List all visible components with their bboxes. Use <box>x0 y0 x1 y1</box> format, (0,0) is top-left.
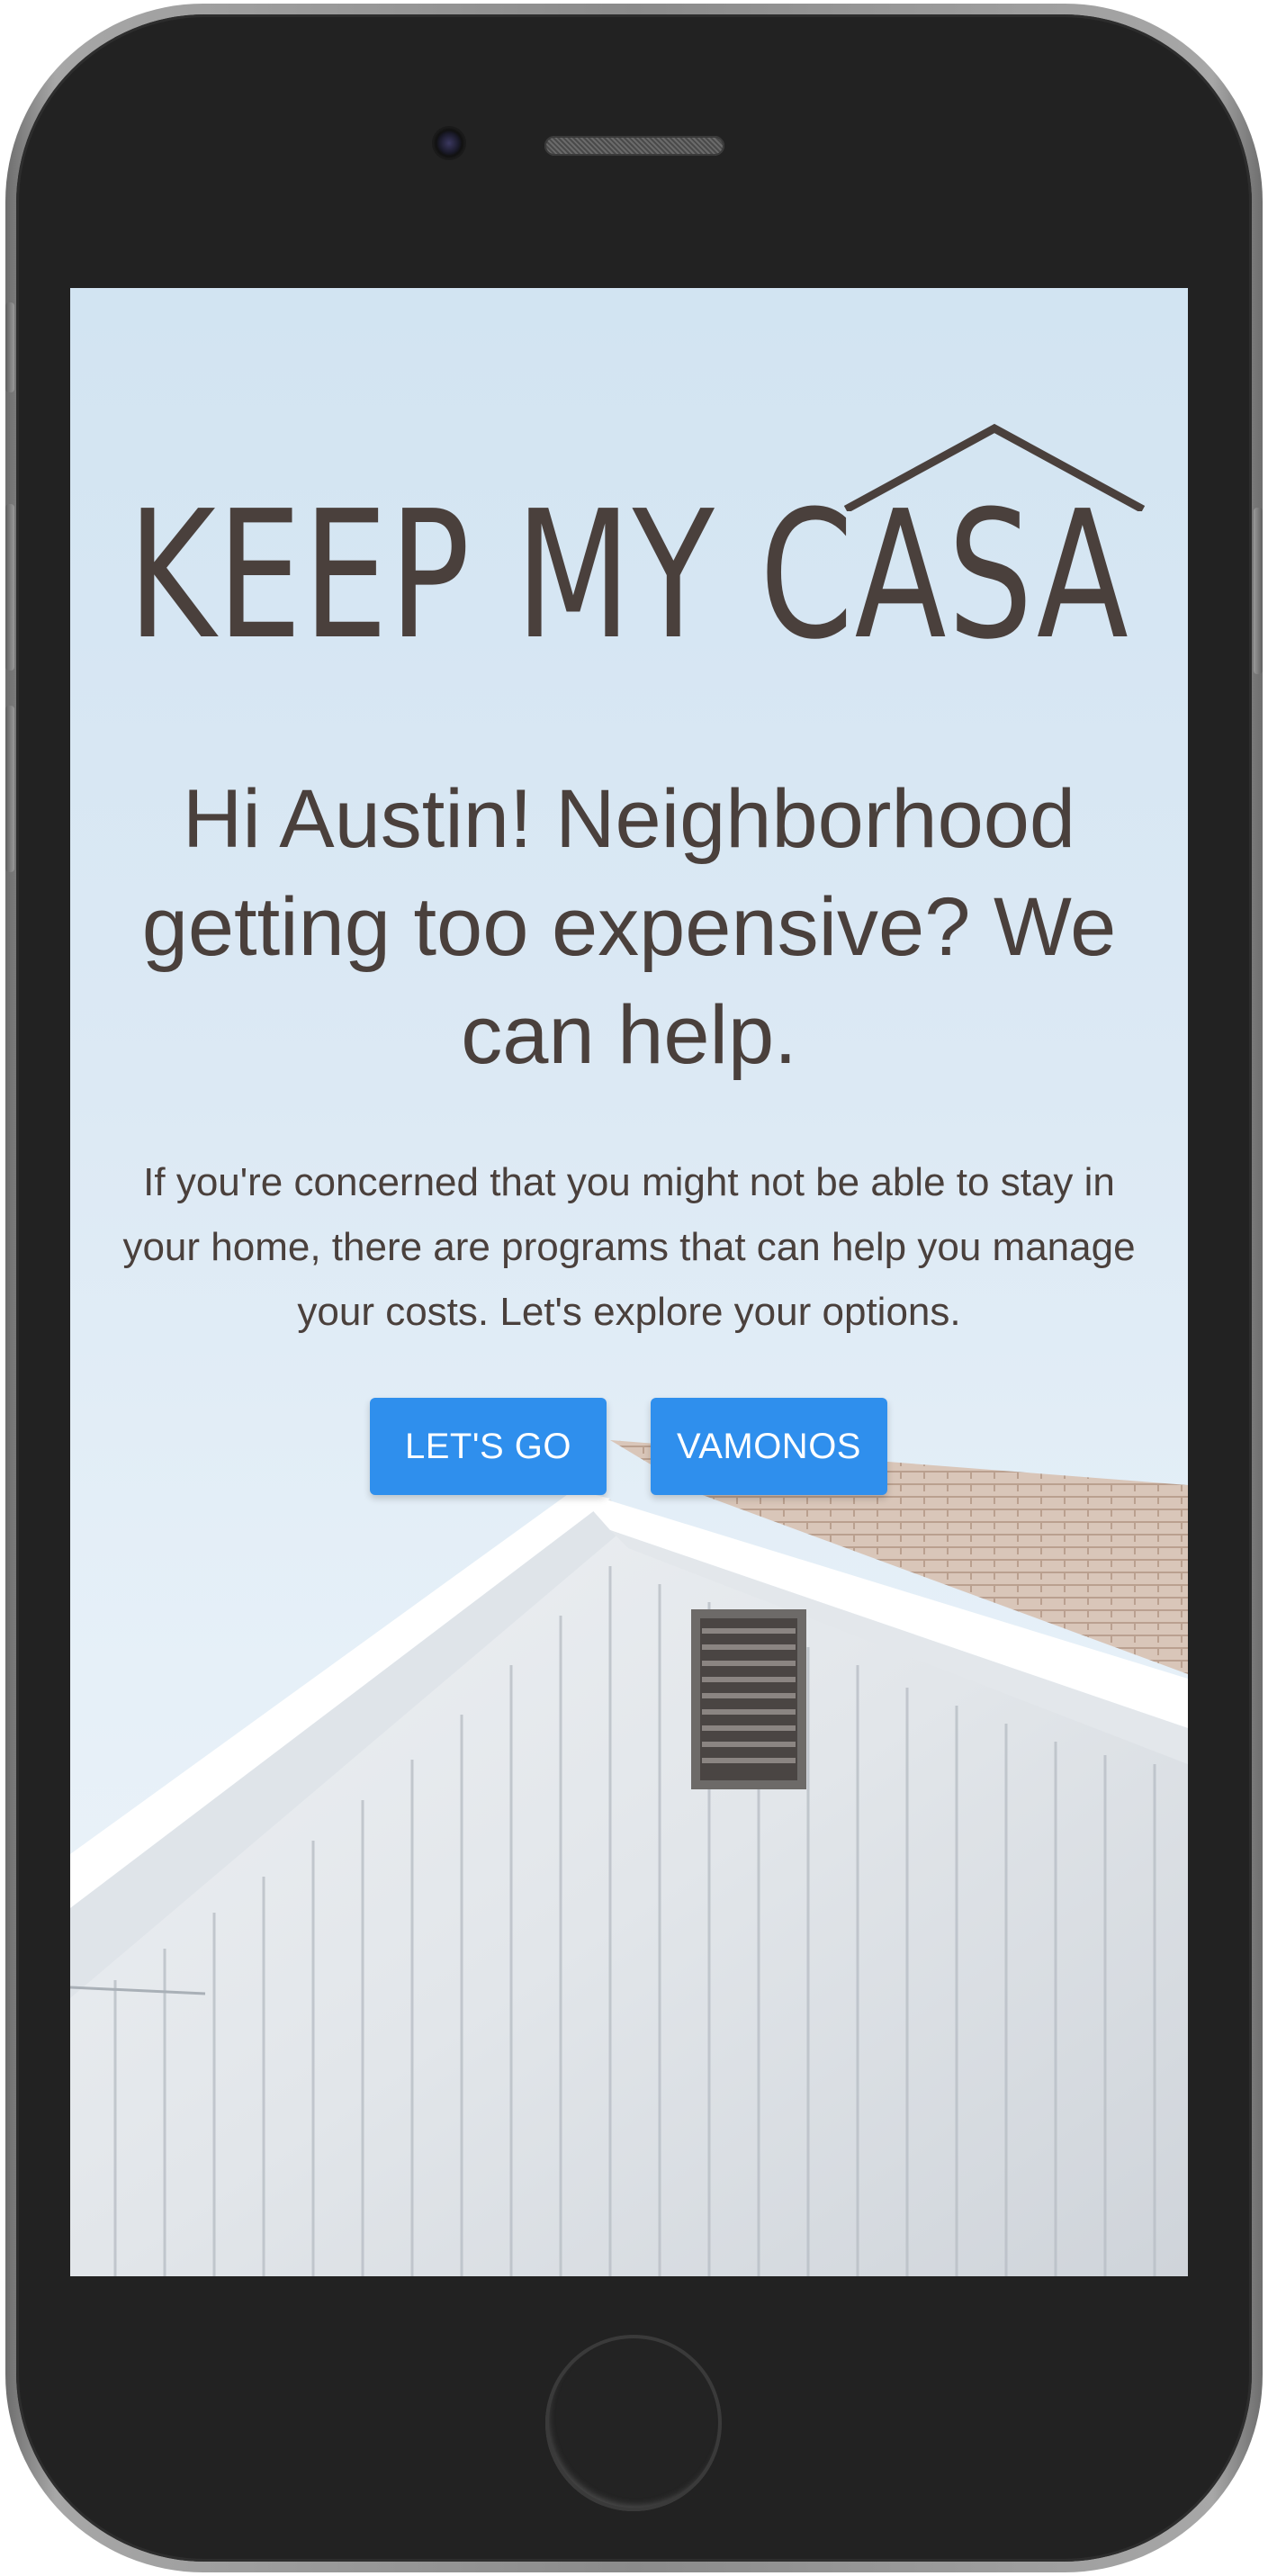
volume-down-button <box>5 706 14 872</box>
vamonos-button[interactable]: VAMONOS <box>651 1398 887 1495</box>
logo-text: KEEP MY CASA <box>128 473 1130 679</box>
power-button <box>1254 508 1263 674</box>
mute-switch <box>5 302 14 392</box>
earpiece-speaker <box>544 136 724 156</box>
app-screen: KEEP MY CASA Hi Austin! Neighborhood get… <box>70 288 1188 2276</box>
intro-text: If you're concerned that you might not b… <box>122 1160 1136 1334</box>
home-button <box>545 2335 722 2511</box>
volume-up-button <box>5 504 14 671</box>
page-headline: Hi Austin! Neighborhood getting too expe… <box>141 773 1117 1081</box>
front-camera <box>434 128 464 158</box>
lets-go-button[interactable]: LET'S GO <box>370 1398 607 1495</box>
keep-my-casa-logo: KEEP MY CASA <box>128 421 1146 679</box>
